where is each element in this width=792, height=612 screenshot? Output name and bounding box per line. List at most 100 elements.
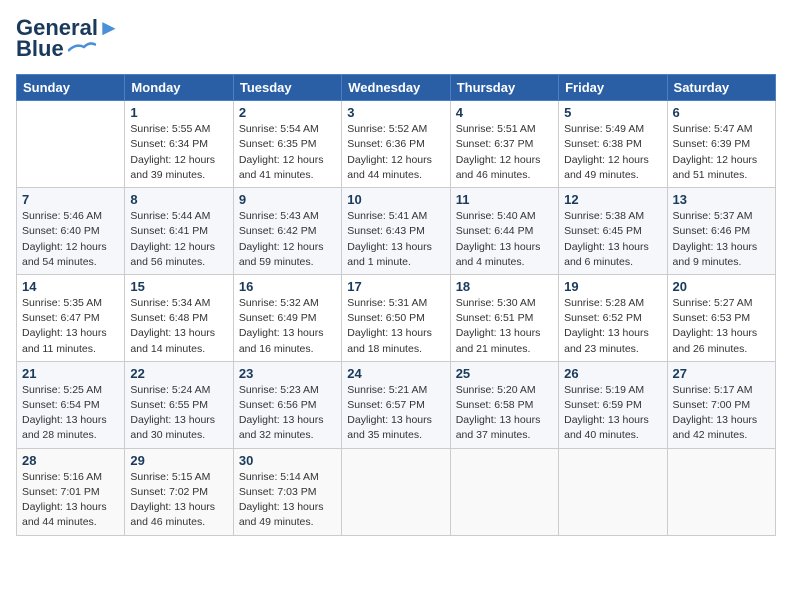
calendar-cell: 14 Sunrise: 5:35 AMSunset: 6:47 PMDayligh…: [17, 274, 125, 361]
calendar-cell: 15Sunrise: 5:34 AMSunset: 6:48 PMDayligh…: [125, 274, 233, 361]
day-number: 9: [239, 192, 336, 207]
day-number: 4: [456, 105, 553, 120]
calendar-cell: 2 Sunrise: 5:54 AMSunset: 6:35 PMDaylight…: [233, 101, 341, 188]
calendar-cell: 12 Sunrise: 5:38 AMSunset: 6:45 PMDayligh…: [559, 188, 667, 275]
day-number: 30: [239, 453, 336, 468]
header-sunday: Sunday: [17, 75, 125, 101]
day-number: 27: [673, 366, 770, 381]
day-number: 23: [239, 366, 336, 381]
calendar-cell: 10 Sunrise: 5:41 AMSunset: 6:43 PMDayligh…: [342, 188, 450, 275]
day-info: Sunrise: 5:14 AMSunset: 7:03 PMDaylight:…: [239, 470, 336, 531]
day-number: 19: [564, 279, 661, 294]
calendar-cell: 23 Sunrise: 5:23 AMSunset: 6:56 PMDayligh…: [233, 361, 341, 448]
day-number: 25: [456, 366, 553, 381]
calendar-cell: 11 Sunrise: 5:40 AMSunset: 6:44 PMDayligh…: [450, 188, 558, 275]
day-number: 5: [564, 105, 661, 120]
day-info: Sunrise: 5:34 AMSunset: 6:48 PMDaylight:…: [130, 296, 227, 357]
calendar-week-row: 28Sunrise: 5:16 AMSunset: 7:01 PMDayligh…: [17, 448, 776, 535]
day-info: Sunrise: 5:30 AMSunset: 6:51 PMDaylight:…: [456, 296, 553, 357]
day-info: Sunrise: 5:25 AMSunset: 6:54 PMDaylight:…: [22, 383, 119, 444]
day-number: 8: [130, 192, 227, 207]
day-number: 17: [347, 279, 444, 294]
calendar-cell: 20Sunrise: 5:27 AMSunset: 6:53 PMDayligh…: [667, 274, 775, 361]
logo-line2: Blue: [16, 36, 96, 62]
calendar-week-row: 14 Sunrise: 5:35 AMSunset: 6:47 PMDayligh…: [17, 274, 776, 361]
day-info: Sunrise: 5:16 AMSunset: 7:01 PMDaylight:…: [22, 470, 119, 531]
calendar-header-row: SundayMondayTuesdayWednesdayThursdayFrid…: [17, 75, 776, 101]
day-number: 21: [22, 366, 119, 381]
day-number: 11: [456, 192, 553, 207]
calendar-cell: 18 Sunrise: 5:30 AMSunset: 6:51 PMDayligh…: [450, 274, 558, 361]
calendar-cell: 4Sunrise: 5:51 AMSunset: 6:37 PMDaylight…: [450, 101, 558, 188]
day-info: Sunrise: 5:15 AMSunset: 7:02 PMDaylight:…: [130, 470, 227, 531]
header-tuesday: Tuesday: [233, 75, 341, 101]
calendar-cell: 7Sunrise: 5:46 AMSunset: 6:40 PMDaylight…: [17, 188, 125, 275]
calendar-cell: 16 Sunrise: 5:32 AMSunset: 6:49 PMDayligh…: [233, 274, 341, 361]
day-number: 2: [239, 105, 336, 120]
calendar-cell: 13 Sunrise: 5:37 AMSunset: 6:46 PMDayligh…: [667, 188, 775, 275]
day-info: Sunrise: 5:35 AMSunset: 6:47 PMDaylight:…: [22, 296, 119, 357]
day-number: 13: [673, 192, 770, 207]
page-header: General► Blue: [16, 16, 776, 62]
day-info: Sunrise: 5:38 AMSunset: 6:45 PMDaylight:…: [564, 209, 661, 270]
calendar-cell: 27 Sunrise: 5:17 AMSunset: 7:00 PMDayligh…: [667, 361, 775, 448]
day-number: 14: [22, 279, 119, 294]
calendar-week-row: 1 Sunrise: 5:55 AMSunset: 6:34 PMDaylight…: [17, 101, 776, 188]
calendar-cell: 5 Sunrise: 5:49 AMSunset: 6:38 PMDaylight…: [559, 101, 667, 188]
calendar-cell: 19 Sunrise: 5:28 AMSunset: 6:52 PMDayligh…: [559, 274, 667, 361]
calendar-cell: [450, 448, 558, 535]
day-info: Sunrise: 5:40 AMSunset: 6:44 PMDaylight:…: [456, 209, 553, 270]
day-number: 12: [564, 192, 661, 207]
day-info: Sunrise: 5:32 AMSunset: 6:49 PMDaylight:…: [239, 296, 336, 357]
calendar-cell: 1 Sunrise: 5:55 AMSunset: 6:34 PMDaylight…: [125, 101, 233, 188]
day-info: Sunrise: 5:28 AMSunset: 6:52 PMDaylight:…: [564, 296, 661, 357]
day-number: 1: [130, 105, 227, 120]
day-info: Sunrise: 5:46 AMSunset: 6:40 PMDaylight:…: [22, 209, 119, 270]
day-info: Sunrise: 5:20 AMSunset: 6:58 PMDaylight:…: [456, 383, 553, 444]
calendar-cell: 26 Sunrise: 5:19 AMSunset: 6:59 PMDayligh…: [559, 361, 667, 448]
day-number: 3: [347, 105, 444, 120]
day-info: Sunrise: 5:21 AMSunset: 6:57 PMDaylight:…: [347, 383, 444, 444]
calendar-week-row: 7Sunrise: 5:46 AMSunset: 6:40 PMDaylight…: [17, 188, 776, 275]
day-info: Sunrise: 5:54 AMSunset: 6:35 PMDaylight:…: [239, 122, 336, 183]
day-number: 16: [239, 279, 336, 294]
day-info: Sunrise: 5:27 AMSunset: 6:53 PMDaylight:…: [673, 296, 770, 357]
day-info: Sunrise: 5:37 AMSunset: 6:46 PMDaylight:…: [673, 209, 770, 270]
calendar-cell: [667, 448, 775, 535]
day-number: 18: [456, 279, 553, 294]
calendar-cell: 17 Sunrise: 5:31 AMSunset: 6:50 PMDayligh…: [342, 274, 450, 361]
day-number: 6: [673, 105, 770, 120]
calendar-cell: 25 Sunrise: 5:20 AMSunset: 6:58 PMDayligh…: [450, 361, 558, 448]
day-info: Sunrise: 5:24 AMSunset: 6:55 PMDaylight:…: [130, 383, 227, 444]
day-info: Sunrise: 5:19 AMSunset: 6:59 PMDaylight:…: [564, 383, 661, 444]
calendar-cell: 3 Sunrise: 5:52 AMSunset: 6:36 PMDaylight…: [342, 101, 450, 188]
header-saturday: Saturday: [667, 75, 775, 101]
day-number: 29: [130, 453, 227, 468]
calendar-cell: [559, 448, 667, 535]
day-info: Sunrise: 5:17 AMSunset: 7:00 PMDaylight:…: [673, 383, 770, 444]
day-number: 24: [347, 366, 444, 381]
calendar-table: SundayMondayTuesdayWednesdayThursdayFrid…: [16, 74, 776, 535]
day-info: Sunrise: 5:52 AMSunset: 6:36 PMDaylight:…: [347, 122, 444, 183]
day-info: Sunrise: 5:55 AMSunset: 6:34 PMDaylight:…: [130, 122, 227, 183]
day-info: Sunrise: 5:49 AMSunset: 6:38 PMDaylight:…: [564, 122, 661, 183]
day-info: Sunrise: 5:31 AMSunset: 6:50 PMDaylight:…: [347, 296, 444, 357]
day-info: Sunrise: 5:47 AMSunset: 6:39 PMDaylight:…: [673, 122, 770, 183]
day-number: 26: [564, 366, 661, 381]
header-monday: Monday: [125, 75, 233, 101]
calendar-cell: 6 Sunrise: 5:47 AMSunset: 6:39 PMDaylight…: [667, 101, 775, 188]
calendar-cell: [342, 448, 450, 535]
calendar-cell: 21 Sunrise: 5:25 AMSunset: 6:54 PMDayligh…: [17, 361, 125, 448]
logo: General► Blue: [16, 16, 120, 62]
day-number: 10: [347, 192, 444, 207]
calendar-cell: 28Sunrise: 5:16 AMSunset: 7:01 PMDayligh…: [17, 448, 125, 535]
day-info: Sunrise: 5:23 AMSunset: 6:56 PMDaylight:…: [239, 383, 336, 444]
day-info: Sunrise: 5:41 AMSunset: 6:43 PMDaylight:…: [347, 209, 444, 270]
day-number: 22: [130, 366, 227, 381]
calendar-cell: 9 Sunrise: 5:43 AMSunset: 6:42 PMDaylight…: [233, 188, 341, 275]
logo-bird-icon: [68, 41, 96, 57]
calendar-cell: [17, 101, 125, 188]
calendar-cell: 29 Sunrise: 5:15 AMSunset: 7:02 PMDayligh…: [125, 448, 233, 535]
header-thursday: Thursday: [450, 75, 558, 101]
day-info: Sunrise: 5:43 AMSunset: 6:42 PMDaylight:…: [239, 209, 336, 270]
